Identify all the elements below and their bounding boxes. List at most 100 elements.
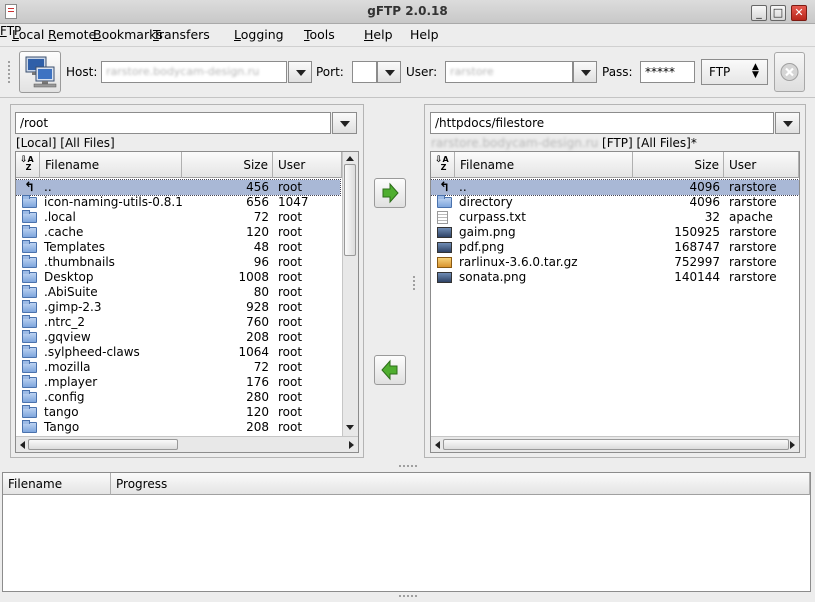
- file-user: root: [278, 210, 303, 224]
- local-col-filename[interactable]: Filename: [40, 152, 182, 178]
- remote-file-list[interactable]: ⇩A Z Filename Size User ↰.. 4096 rarstore d…: [430, 151, 800, 453]
- file-size: 96: [253, 255, 269, 269]
- local-file-row[interactable]: .ntrc_2 760 root: [16, 315, 340, 330]
- user-value: rarstore: [450, 65, 494, 78]
- scroll-right-icon[interactable]: [349, 441, 354, 449]
- remote-file-row[interactable]: gaim.png 150925 rarstore: [431, 225, 799, 240]
- local-sort-button[interactable]: ⇩A Z: [16, 152, 40, 178]
- local-file-row[interactable]: .mozilla 72 root: [16, 360, 340, 375]
- local-path-input[interactable]: /root: [15, 112, 331, 134]
- remote-path-input[interactable]: /httpdocs/filestore: [430, 112, 774, 134]
- file-user: root: [278, 285, 303, 299]
- file-user: root: [278, 390, 303, 404]
- local-file-row[interactable]: ↰.. 456 root: [16, 179, 341, 196]
- local-file-row[interactable]: .sylpheed-claws 1064 root: [16, 345, 340, 360]
- remote-path-dropdown[interactable]: [775, 112, 800, 134]
- local-horizontal-scrollbar[interactable]: [16, 436, 358, 452]
- close-window-button[interactable]: ✕: [791, 5, 807, 21]
- local-file-row[interactable]: Desktop 1008 root: [16, 270, 340, 285]
- local-vertical-scrollbar[interactable]: [342, 152, 358, 436]
- local-path-dropdown[interactable]: [332, 112, 357, 134]
- scroll-up-icon[interactable]: [346, 156, 354, 161]
- file-name: .mozilla: [44, 360, 91, 374]
- file-size: 208: [246, 330, 269, 344]
- remote-file-row[interactable]: directory 4096 rarstore: [431, 195, 799, 210]
- menu-tools[interactable]: Help: [364, 27, 393, 42]
- remote-horizontal-scrollbar[interactable]: [431, 436, 799, 452]
- local-horizontal-thumb[interactable]: [28, 439, 178, 450]
- file-name: icon-naming-utils-0.8.1: [44, 195, 183, 209]
- download-button[interactable]: [374, 355, 406, 385]
- remote-horizontal-thumb[interactable]: [443, 439, 789, 450]
- local-file-row[interactable]: .AbiSuite 80 root: [16, 285, 340, 300]
- remote-file-row[interactable]: rarlinux-3.6.0.tar.gz 752997 rarstore: [431, 255, 799, 270]
- port-history-dropdown[interactable]: [377, 61, 401, 83]
- menu-logging[interactable]: Tools: [304, 27, 335, 42]
- remote-file-row[interactable]: curpass.txt 32 apache: [431, 210, 799, 225]
- file-size: 48: [253, 240, 269, 254]
- menu-bookmarks[interactable]: Transfers: [153, 27, 210, 42]
- file-name: pdf.png: [459, 240, 505, 254]
- scroll-down-icon[interactable]: [346, 425, 354, 430]
- local-col-user[interactable]: User: [273, 152, 342, 178]
- user-history-dropdown[interactable]: [573, 61, 597, 83]
- user-input[interactable]: rarstore: [445, 61, 573, 83]
- local-col-size[interactable]: Size: [182, 152, 273, 178]
- splitter-grip[interactable]: [398, 464, 418, 469]
- file-name: .mplayer: [44, 375, 98, 389]
- window-title: gFTP 2.0.18: [367, 4, 448, 18]
- file-name: .config: [44, 390, 85, 404]
- local-file-row[interactable]: .gimp-2.3 928 root: [16, 300, 340, 315]
- local-file-row[interactable]: tango 120 root: [16, 405, 340, 420]
- transfer-col-filename[interactable]: Filename: [3, 473, 111, 495]
- local-file-row[interactable]: .config 280 root: [16, 390, 340, 405]
- connect-button[interactable]: [19, 51, 61, 93]
- remote-file-row[interactable]: sonata.png 140144 rarstore: [431, 270, 799, 285]
- remote-col-size[interactable]: Size: [633, 152, 724, 178]
- local-file-row[interactable]: Templates 48 root: [16, 240, 340, 255]
- host-input[interactable]: rarstore.bodycam-design.ru: [101, 61, 287, 83]
- file-user: root: [278, 345, 303, 359]
- password-input[interactable]: *****: [640, 61, 695, 83]
- scroll-right-icon[interactable]: [790, 441, 795, 449]
- local-status-label: [Local] [All Files]: [16, 136, 115, 150]
- transfer-list[interactable]: Filename Progress: [2, 472, 811, 592]
- pane-divider-grip[interactable]: [412, 275, 416, 291]
- sort-order-icon: ⇩A Z: [20, 155, 34, 172]
- bottom-splitter-grip[interactable]: [398, 594, 418, 599]
- transfer-col-progress[interactable]: Progress: [111, 473, 810, 495]
- remote-sort-button[interactable]: ⇩A Z: [431, 152, 455, 178]
- remote-file-row[interactable]: pdf.png 168747 rarstore: [431, 240, 799, 255]
- folder-icon: [437, 195, 452, 208]
- file-name: directory: [459, 195, 513, 209]
- file-user: rarstore: [729, 180, 777, 194]
- toolbar-grip[interactable]: [7, 60, 11, 84]
- local-file-row[interactable]: .thumbnails 96 root: [16, 255, 340, 270]
- port-input[interactable]: [352, 61, 377, 83]
- local-file-row[interactable]: .mplayer 176 root: [16, 375, 340, 390]
- disconnect-button[interactable]: [774, 52, 805, 92]
- menu-ftp[interactable]: Local: [12, 27, 44, 42]
- remote-col-user[interactable]: User: [724, 152, 799, 178]
- menu-help[interactable]: Help: [410, 27, 439, 42]
- remote-col-filename[interactable]: Filename: [455, 152, 633, 178]
- local-file-row[interactable]: icon-naming-utils-0.8.1 656 1047: [16, 195, 340, 210]
- local-file-row[interactable]: Tango 208 root: [16, 420, 340, 435]
- scroll-left-icon[interactable]: [20, 441, 25, 449]
- upload-button[interactable]: [374, 178, 406, 208]
- maximize-button[interactable]: □: [770, 5, 786, 21]
- menu-transfers[interactable]: Logging: [234, 27, 284, 42]
- file-name: Desktop: [44, 270, 94, 284]
- local-vertical-thumb[interactable]: [344, 164, 356, 256]
- host-history-dropdown[interactable]: [288, 61, 312, 83]
- menu-local[interactable]: Remote: [48, 27, 96, 42]
- local-file-row[interactable]: .gqview 208 root: [16, 330, 340, 345]
- scroll-left-icon[interactable]: [435, 441, 440, 449]
- minimize-button[interactable]: _: [751, 5, 767, 21]
- file-size: 120: [246, 405, 269, 419]
- local-file-row[interactable]: .cache 120 root: [16, 225, 340, 240]
- local-file-list[interactable]: ⇩A Z Filename Size User ↰.. 456 root icon-n…: [15, 151, 359, 453]
- local-file-row[interactable]: .local 72 root: [16, 210, 340, 225]
- file-size: 32: [704, 210, 720, 224]
- remote-file-row[interactable]: ↰.. 4096 rarstore: [431, 179, 799, 196]
